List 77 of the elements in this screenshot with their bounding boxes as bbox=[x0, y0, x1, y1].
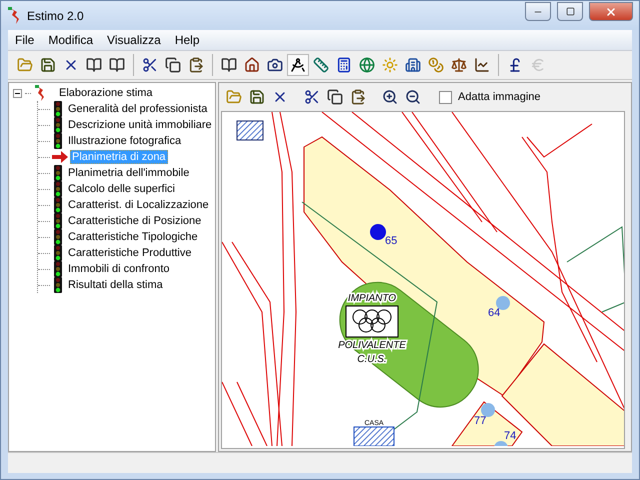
tree-item[interactable]: Planimetria dell'immobile bbox=[66, 166, 192, 180]
book-icon bbox=[109, 57, 125, 73]
menu-item[interactable]: File bbox=[8, 33, 42, 47]
floppy-icon bbox=[40, 57, 56, 73]
minimize-button[interactable] bbox=[525, 2, 551, 21]
marker-label: 74 bbox=[504, 430, 516, 442]
checkbox-label: Adatta immagine bbox=[458, 91, 541, 103]
tree-item[interactable]: Descrizione unità immobiliare bbox=[66, 118, 214, 132]
coins-icon bbox=[428, 57, 444, 73]
marker-label: 64 bbox=[488, 307, 500, 319]
copy-icon bbox=[165, 57, 181, 73]
tree-root-label[interactable]: Elaborazione stima bbox=[59, 87, 153, 99]
tree-item[interactable]: Calcolo delle superfici bbox=[66, 182, 177, 196]
collapse-toggle[interactable] bbox=[13, 88, 22, 98]
tree-item[interactable]: Caratterist. di Localizzazione bbox=[66, 198, 211, 212]
book-icon bbox=[86, 57, 102, 73]
building-icon bbox=[405, 57, 421, 73]
traffic-light-icon bbox=[52, 181, 64, 197]
ruler-icon bbox=[313, 57, 329, 73]
folder-icon bbox=[226, 89, 242, 105]
scale-icon bbox=[451, 57, 467, 73]
scissors-icon bbox=[142, 57, 158, 73]
traffic-light-icon bbox=[52, 197, 64, 213]
traffic-light-icon bbox=[52, 277, 64, 293]
menu-item[interactable]: Visualizza bbox=[100, 33, 168, 47]
fit-image-checkbox[interactable]: Adatta immagine bbox=[439, 90, 541, 104]
menu-item[interactable]: Modifica bbox=[41, 33, 100, 47]
close-button[interactable] bbox=[589, 2, 633, 21]
minus-icon bbox=[15, 92, 20, 94]
traffic-light-icon bbox=[52, 117, 64, 133]
tree-item[interactable]: Caratteristiche Tipologiche bbox=[66, 230, 200, 244]
calculator-icon bbox=[336, 57, 352, 73]
zoom-out-icon bbox=[405, 89, 421, 105]
scissors-icon bbox=[304, 89, 320, 105]
compass-icon bbox=[290, 57, 306, 73]
globe-icon bbox=[359, 57, 375, 73]
map-marker[interactable] bbox=[481, 403, 495, 417]
tree-item[interactable]: Caratteristiche di Posizione bbox=[66, 214, 204, 228]
traffic-light-icon bbox=[52, 133, 64, 149]
map-marker[interactable] bbox=[494, 441, 508, 446]
arrow-icon bbox=[52, 151, 68, 163]
tree-item[interactable]: Immobili di confronto bbox=[66, 262, 172, 276]
marker-label: 77 bbox=[474, 415, 486, 427]
tree-item[interactable]: Caratteristiche Produttive bbox=[66, 246, 194, 260]
menu-item[interactable]: Help bbox=[168, 33, 207, 47]
sun-icon bbox=[382, 57, 398, 73]
map-marker[interactable] bbox=[496, 296, 510, 310]
traffic-light-icon bbox=[52, 229, 64, 245]
maximize-button[interactable] bbox=[557, 2, 583, 21]
clipboard-icon bbox=[350, 89, 366, 105]
toolbar-button[interactable] bbox=[287, 54, 309, 76]
traffic-light-icon bbox=[52, 261, 64, 277]
traffic-light-icon bbox=[52, 213, 64, 229]
chart-icon bbox=[474, 57, 490, 73]
folder-icon bbox=[17, 57, 33, 73]
house-icon bbox=[244, 57, 260, 73]
maximize-icon bbox=[566, 7, 574, 16]
clipboard-icon bbox=[188, 57, 204, 73]
zoom-in-icon bbox=[382, 89, 398, 105]
camera-icon bbox=[267, 57, 283, 73]
app-logo-icon bbox=[7, 6, 21, 24]
window-title: Estimo 2.0 bbox=[27, 8, 85, 22]
tree-item[interactable]: Risultati della stima bbox=[66, 278, 165, 292]
traffic-light-icon bbox=[52, 245, 64, 261]
map-marker[interactable] bbox=[370, 224, 386, 240]
close-icon bbox=[605, 6, 617, 18]
traffic-light-icon bbox=[52, 165, 64, 181]
marker-label: 65 bbox=[385, 235, 398, 247]
tree-item[interactable]: Generalità del professionista bbox=[66, 102, 210, 116]
floppy-icon bbox=[249, 89, 265, 105]
book-icon bbox=[221, 57, 237, 73]
facility-label: IMPIANTO bbox=[348, 293, 396, 304]
tree-item[interactable]: Illustrazione fotografica bbox=[66, 134, 184, 148]
traffic-light-icon bbox=[52, 101, 64, 117]
app-logo-icon bbox=[34, 85, 46, 101]
euro-icon bbox=[530, 57, 546, 73]
copy-icon bbox=[327, 89, 343, 105]
